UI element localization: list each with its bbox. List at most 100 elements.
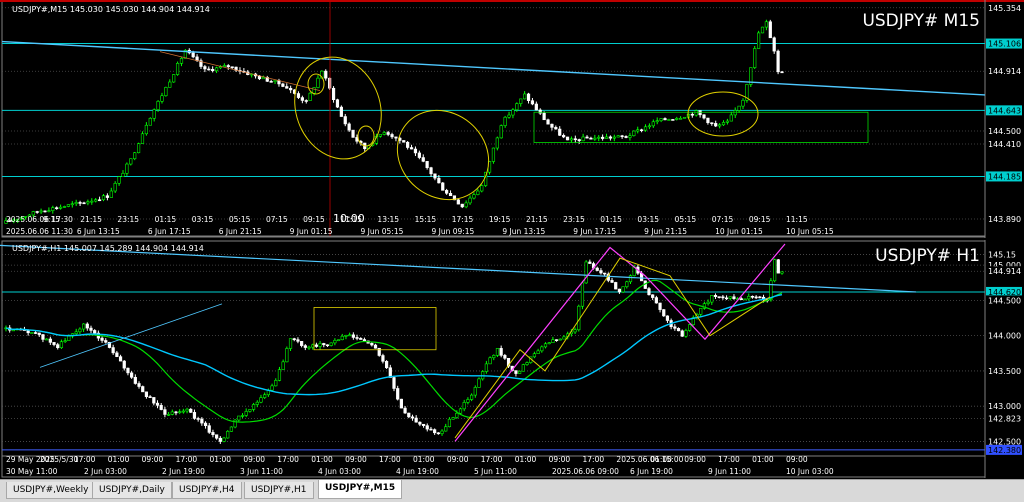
candle-body [433,173,437,179]
candle-body [616,135,620,138]
candle-body [585,136,589,139]
tab-h4[interactable]: USDJPY#,H4 [172,482,242,499]
time-tick-label-2: 2025.06.06 09:00 [552,467,619,476]
candle-body [277,369,282,381]
candle-body [251,404,256,410]
chart-area[interactable]: 145.354 145.106 144.914 144.643 144.500 144.4… [0,0,1024,479]
candle-body [126,367,130,374]
candle-body [308,92,312,101]
candle-body [303,345,307,348]
candle-body [329,342,333,346]
time-tick-label-2: 9 Jun 09:15 [431,227,474,236]
candle-body [137,383,141,387]
candle-body [643,126,648,131]
candle-body [133,152,137,160]
candle-body [325,344,330,347]
time-tick-label: 17:00 [718,455,740,464]
candle-body [521,364,525,372]
candle-body [359,338,363,340]
candle-body [658,302,662,310]
candle-body [725,120,730,123]
candle-body [437,177,441,184]
tab-weekly[interactable]: USDJPY#,Weekly [6,482,96,499]
candle-body [584,261,588,284]
candle-body [706,301,710,304]
candle-body [82,323,86,330]
candle-body [620,135,624,138]
candle-body [175,63,180,75]
candle-body [59,341,64,349]
time-tick-label: 05:15 [675,215,697,224]
candle-body [466,399,470,403]
time-tick-label: 17:00 [583,455,605,464]
candle-body [417,152,421,158]
price-tag-label: 144.643 [988,106,1021,115]
candle-body [181,410,185,413]
time-tick-label: 21:15 [80,215,102,224]
candle-body [632,130,636,136]
candle-body [739,298,743,300]
time-tick-label: 07:15 [266,215,288,224]
candle-body [335,99,340,108]
candle-body [324,70,328,79]
time-tick-label: 17:15 [452,215,474,224]
candle-body [604,136,609,139]
candle-body [348,334,352,337]
candle-body [211,432,215,436]
candle-body [621,286,625,293]
candle-body [62,206,67,208]
candle-body [255,401,259,405]
candle-body [94,199,98,202]
candle-body [144,124,148,135]
candle-body [170,411,174,415]
candle-body [248,409,252,412]
time-tick-label: 01:00 [515,455,537,464]
h1-watermark: USDJPY# H1 [875,246,980,266]
candle-body [773,259,777,282]
candle-body [546,119,550,125]
candle-body [58,206,63,209]
candle-body [381,355,385,362]
candle-body [636,129,640,132]
candle-body [414,417,418,423]
candle-body [215,434,219,439]
candle-body [386,132,390,135]
candle-body [97,199,102,202]
candle-body [117,176,121,184]
candle-body [733,110,737,116]
candle-body [460,203,464,208]
candle-body [78,328,82,333]
tab-daily[interactable]: USDJPY#,Daily [92,482,172,499]
time-tick-label: 17:00 [277,455,299,464]
candle-body [300,97,304,101]
candle-body [214,67,219,72]
candle-body [35,211,39,213]
candle-body [33,332,38,334]
time-tick-label-2: 10 Jun 05:15 [786,227,834,236]
candle-body [702,114,706,119]
candle-body [133,377,137,384]
candle-body [760,26,765,34]
tab-m15[interactable]: USDJPY#,M15 [318,480,403,499]
price-tag-label: 144.914 [988,267,1021,276]
candle-body [540,346,544,352]
tab-h1[interactable]: USDJPY#,H1 [244,482,314,499]
candle-body [418,421,422,425]
candle-body [399,398,403,409]
candle-body [499,125,503,139]
candle-body [595,267,599,271]
candle-body [47,210,51,212]
candle-body [56,344,60,349]
price-tag-label: 145.15 [988,251,1016,260]
candle-body [495,137,499,149]
candle-body [728,296,732,299]
candle-body [172,74,176,83]
time-tick-label: 2025/5/30 [40,455,79,464]
candle-body [472,194,476,199]
candle-body [281,361,285,370]
candle-body [514,370,518,374]
candle-body [551,339,555,344]
candle-body [203,422,208,426]
candle-body [51,207,55,211]
candle-body [543,343,548,348]
